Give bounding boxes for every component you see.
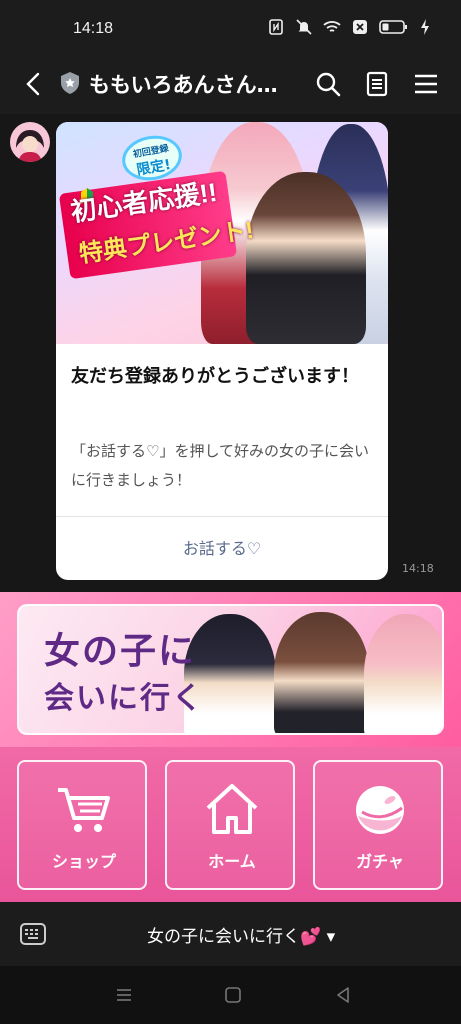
- chat-area[interactable]: 初心者応援!! 特典プレゼント! 初回登録 限定! 友だち登録ありがとうございま…: [0, 114, 461, 592]
- gacha-icon: [356, 786, 404, 834]
- banner-line1: 女の子に: [44, 630, 197, 671]
- charging-icon: [421, 19, 429, 35]
- character-brown-hair: [246, 172, 366, 344]
- back-nav-icon[interactable]: [334, 986, 352, 1004]
- card-body: 「お話する♡」を押して好みの女の子に会いに行きましょう！: [71, 442, 369, 489]
- notes-icon[interactable]: [363, 70, 391, 98]
- nfc-icon: [269, 19, 283, 35]
- avatar[interactable]: [10, 122, 50, 162]
- meet-girls-banner[interactable]: 女の子に 会いに行く: [17, 604, 444, 735]
- system-nav-bar: [0, 966, 461, 1024]
- banner-character-2: [274, 612, 369, 733]
- sim-off-icon: [353, 20, 367, 34]
- home-button[interactable]: ホーム: [165, 760, 295, 890]
- home-label: ホーム: [208, 852, 256, 871]
- rich-menu: 女の子に 会いに行く ショップ ホーム ガチャ: [0, 592, 461, 902]
- bottom-bar: 女の子に会いに行く💕 ▾: [0, 902, 461, 966]
- banner-character-3: [364, 614, 442, 733]
- rich-menu-toggle[interactable]: 女の子に会いに行く💕 ▾: [147, 922, 335, 947]
- battery-icon: [379, 20, 407, 34]
- shield-icon: [61, 72, 79, 94]
- status-time: 14:18: [73, 20, 114, 37]
- mute-icon: [296, 19, 312, 35]
- back-arrow-icon[interactable]: [22, 70, 46, 98]
- banner-line2: 会いに行く: [44, 682, 204, 715]
- recent-apps-icon[interactable]: [115, 986, 133, 1004]
- message-card[interactable]: 初心者応援!! 特典プレゼント! 初回登録 限定! 友だち登録ありがとうございま…: [56, 122, 388, 580]
- status-bar: 14:18: [0, 0, 461, 56]
- home-icon: [206, 784, 258, 834]
- chat-header: ももいろあんさん…: [0, 56, 461, 114]
- promo-image[interactable]: 初心者応援!! 特典プレゼント! 初回登録 限定!: [56, 122, 388, 344]
- gacha-label: ガチャ: [356, 852, 404, 871]
- gacha-button[interactable]: ガチャ: [313, 760, 443, 890]
- wifi-icon: [323, 21, 341, 32]
- hamburger-menu-icon[interactable]: [412, 70, 440, 98]
- cart-icon: [58, 788, 110, 832]
- search-icon[interactable]: [314, 70, 342, 98]
- message-timestamp: 14:18: [402, 562, 434, 575]
- chat-title[interactable]: ももいろあんさん…: [89, 69, 278, 99]
- card-title: 友だち登録ありがとうございます！: [71, 366, 359, 387]
- avatar-image: [10, 122, 50, 162]
- shop-button[interactable]: ショップ: [17, 760, 147, 890]
- keyboard-icon[interactable]: [20, 922, 46, 946]
- talk-button[interactable]: お話する♡: [56, 517, 388, 580]
- status-icons: [267, 18, 431, 36]
- shop-label: ショップ: [51, 852, 116, 871]
- home-nav-icon[interactable]: [224, 986, 242, 1004]
